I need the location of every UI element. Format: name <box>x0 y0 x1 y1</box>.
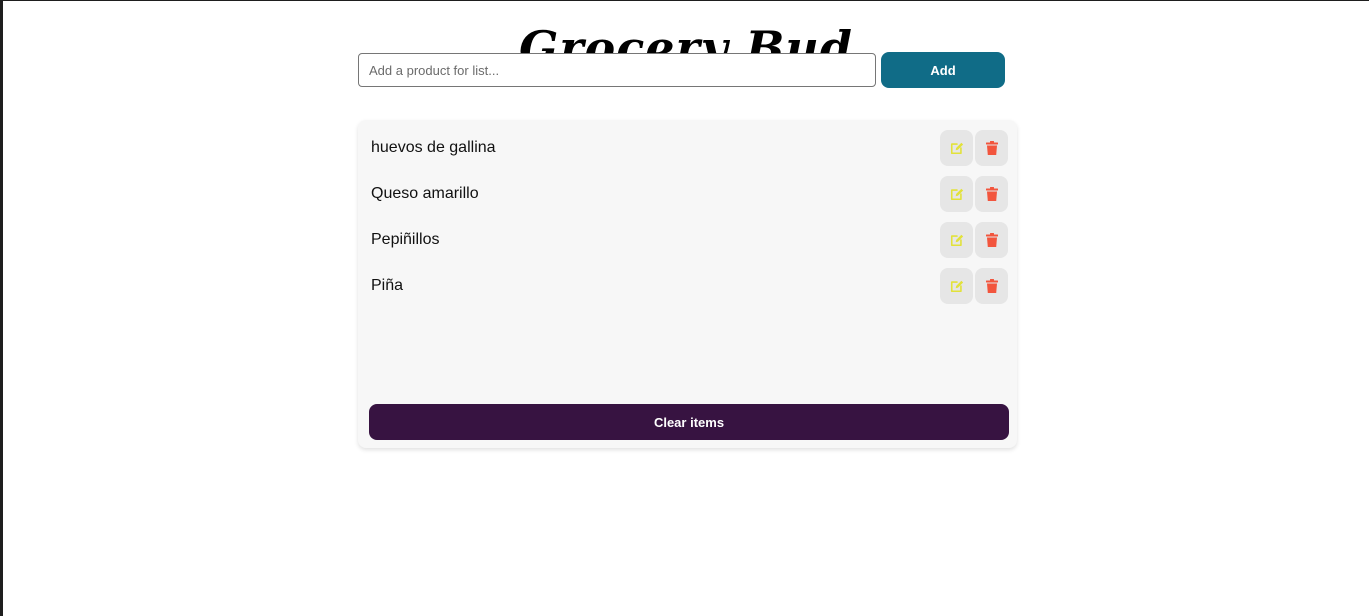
trash-icon <box>985 141 998 155</box>
list-item: Queso amarillo <box>358 176 1017 212</box>
item-label: Queso amarillo <box>371 185 479 202</box>
trash-icon <box>985 233 998 247</box>
trash-icon <box>985 187 998 201</box>
item-label: Piña <box>371 277 404 294</box>
delete-button[interactable] <box>975 130 1008 166</box>
edit-button[interactable] <box>940 130 973 166</box>
edit-button[interactable] <box>940 176 973 212</box>
item-list: huevos de gallina Queso amarillo Pepiñil… <box>358 130 1017 314</box>
grocery-list: huevos de gallina Queso amarillo Pepiñil… <box>358 120 1017 448</box>
delete-button[interactable] <box>975 176 1008 212</box>
add-product-form: Add <box>358 52 1008 88</box>
edit-icon <box>950 142 963 155</box>
edit-icon <box>950 234 963 247</box>
edit-icon <box>950 188 963 201</box>
list-item: Piña <box>358 268 1017 304</box>
add-button[interactable]: Add <box>881 52 1005 88</box>
list-item: Pepiñillos <box>358 222 1017 258</box>
product-input[interactable] <box>358 53 876 87</box>
edit-icon <box>950 280 963 293</box>
item-label: huevos de gallina <box>371 139 496 156</box>
page: Grocery Bud Add huevos de gallina <box>0 0 1369 616</box>
edit-button[interactable] <box>940 268 973 304</box>
delete-button[interactable] <box>975 268 1008 304</box>
trash-icon <box>985 279 998 293</box>
list-item: huevos de gallina <box>358 130 1017 166</box>
edit-button[interactable] <box>940 222 973 258</box>
item-label: Pepiñillos <box>371 231 440 248</box>
clear-items-button[interactable]: Clear items <box>369 404 1009 440</box>
window-edge-marker <box>3 304 6 306</box>
delete-button[interactable] <box>975 222 1008 258</box>
